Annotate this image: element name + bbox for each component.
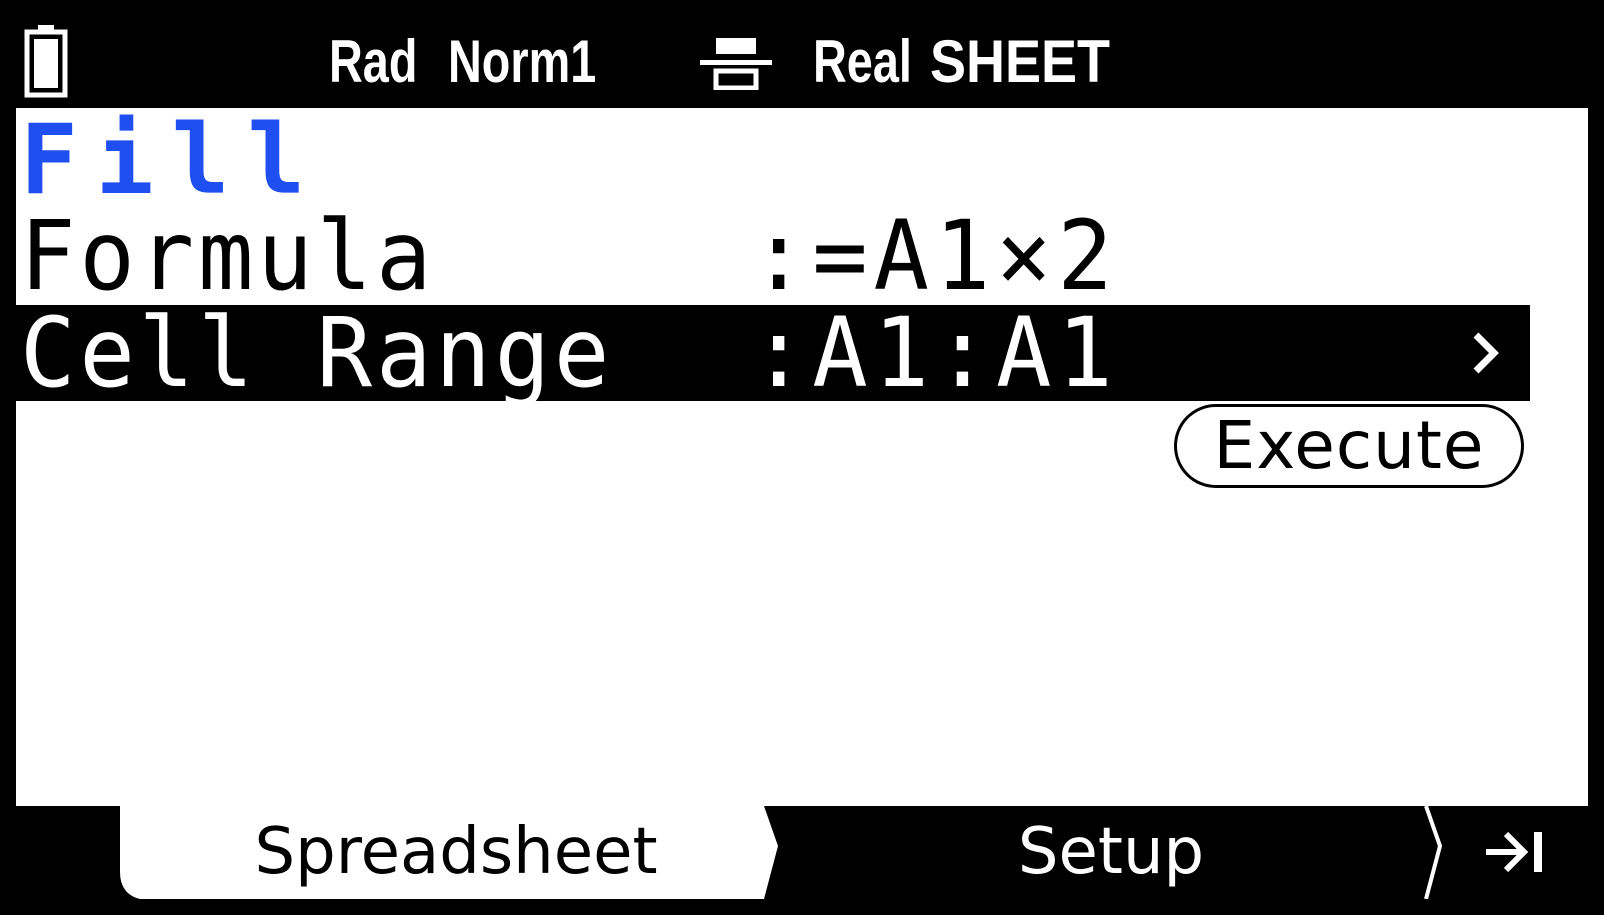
cell-range-row[interactable]: Cell Range :A1:A1 bbox=[16, 305, 1530, 401]
formula-value: :=A1×2 bbox=[751, 200, 1119, 312]
battery-icon bbox=[24, 25, 68, 98]
chevron-right-icon[interactable] bbox=[1470, 331, 1500, 375]
calculator-screen: Rad Norm1 Real SHEET Fill Formula :=A1×2… bbox=[0, 0, 1604, 915]
display-mode: Norm1 bbox=[448, 28, 597, 95]
fill-title: Fill bbox=[20, 104, 324, 216]
complex-mode: Real bbox=[813, 28, 912, 95]
app-name: SHEET bbox=[930, 28, 1111, 95]
tab-spreadsheet[interactable]: Spreadsheet bbox=[156, 808, 756, 896]
next-page-button[interactable] bbox=[1446, 806, 1588, 899]
formula-row[interactable]: Formula :=A1×2 bbox=[16, 208, 1530, 304]
status-bar: Rad Norm1 Real SHEET bbox=[16, 16, 1588, 108]
formula-label: Formula bbox=[20, 200, 436, 312]
angle-mode: Rad bbox=[329, 28, 418, 95]
cell-range-label: Cell Range bbox=[20, 297, 614, 409]
execute-button[interactable]: Execute bbox=[1174, 404, 1524, 488]
tab-setup[interactable]: Setup bbox=[811, 808, 1411, 896]
cell-range-value: :A1:A1 bbox=[751, 297, 1119, 409]
function-key-bar: Spreadsheet Setup bbox=[16, 806, 1588, 899]
next-page-icon bbox=[1486, 831, 1542, 873]
fraction-format-icon bbox=[700, 38, 772, 90]
